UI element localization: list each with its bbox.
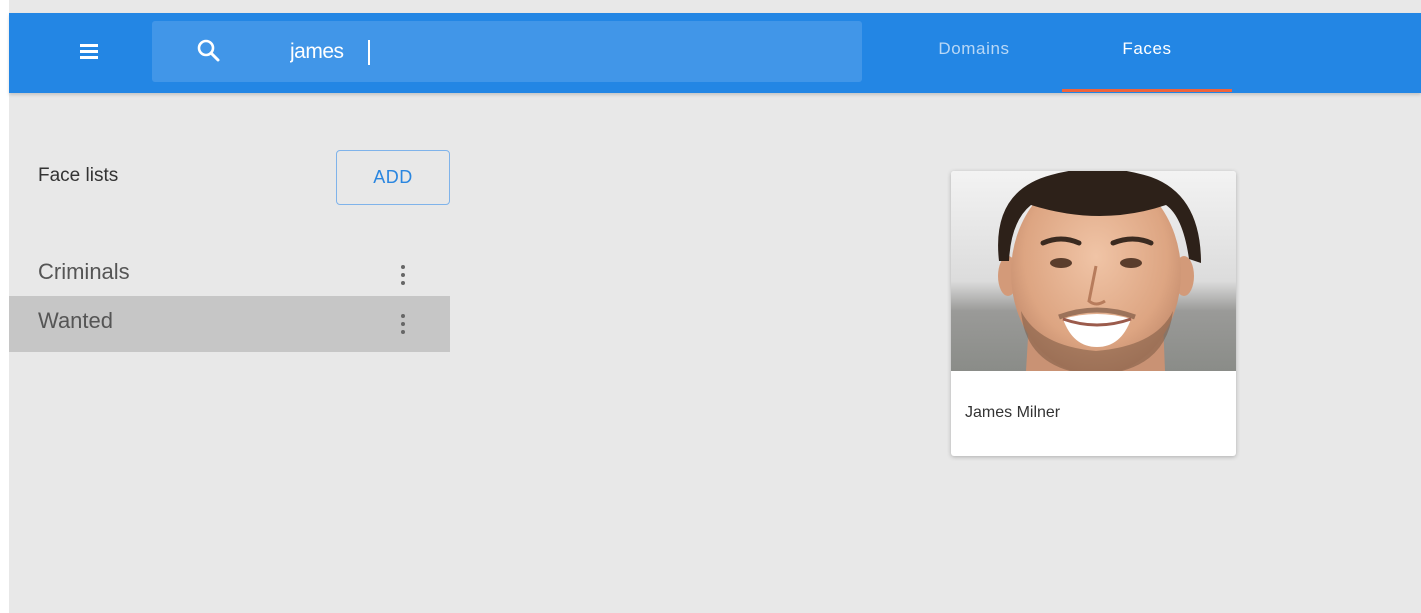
face-photo: [951, 171, 1236, 371]
tab-domains[interactable]: Domains: [899, 13, 1049, 93]
more-vert-icon[interactable]: [395, 310, 411, 340]
add-list-button[interactable]: ADD: [336, 150, 450, 205]
search-input[interactable]: [290, 35, 830, 69]
list-item-label: Criminals: [38, 259, 130, 284]
tab-indicator: [1062, 89, 1232, 92]
sidebar-title: Face lists: [38, 165, 119, 186]
face-name: James Milner: [965, 404, 1061, 421]
menu-icon[interactable]: [75, 35, 111, 71]
list-item-wanted[interactable]: Wanted: [9, 296, 450, 352]
search-icon[interactable]: [196, 38, 222, 64]
search-bar: [152, 21, 862, 82]
face-card[interactable]: James Milner: [951, 171, 1236, 456]
app-bar: Domains Faces: [9, 13, 1421, 93]
window-edge: [0, 0, 9, 613]
list-item-criminals[interactable]: Criminals: [9, 247, 450, 303]
tab-faces[interactable]: Faces: [1062, 13, 1232, 93]
text-caret: [368, 40, 370, 65]
more-vert-icon[interactable]: [395, 261, 411, 291]
list-item-label: Wanted: [38, 308, 114, 333]
